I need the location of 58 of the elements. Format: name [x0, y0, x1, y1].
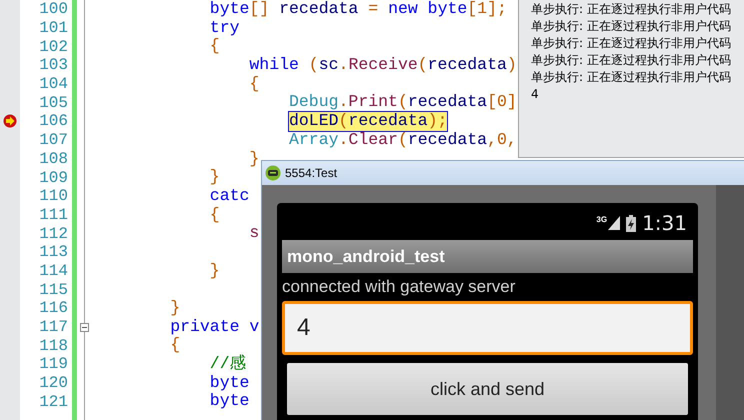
code-line: byte[] recedata = new byte[1]; — [210, 0, 507, 19]
line-number: 118 — [38, 336, 68, 357]
status-clock: 1:31 — [642, 213, 687, 233]
line-number: 102 — [38, 36, 68, 58]
code-line: } — [210, 262, 220, 280]
line-number: 116 — [38, 298, 68, 320]
line-number: 117 — [38, 317, 68, 338]
output-line: 4 — [531, 86, 540, 103]
input-field[interactable]: 4 — [282, 301, 693, 355]
line-number: 108 — [38, 148, 68, 170]
send-button[interactable]: click and send — [287, 363, 688, 415]
line-number: 107 — [38, 130, 68, 152]
line-number: 114 — [38, 260, 68, 282]
code-line: { — [170, 336, 180, 356]
app-title: mono_android_test — [287, 246, 445, 268]
line-number: 100 — [38, 0, 68, 20]
line-number: 111 — [38, 204, 68, 226]
code-line: Debug.Print(recedata[0] — [289, 93, 517, 112]
line-number: 103 — [38, 55, 68, 76]
android-icon — [265, 165, 281, 181]
code-line: try — [210, 18, 240, 38]
code-line: while (sc.Receive(recedata) — [249, 56, 517, 75]
code-line: catc — [210, 186, 250, 206]
line-number: 110 — [38, 186, 68, 208]
code-line: } — [210, 168, 220, 187]
collapse-toggle[interactable] — [80, 322, 89, 332]
code-line: Array.Clear(recedata,0, — [289, 130, 517, 150]
line-number: 121 — [38, 392, 68, 413]
output-line: 单步执行: 正在逐过程执行非用户代码 — [531, 69, 732, 86]
code-line: private v — [170, 318, 260, 336]
line-number: 106 — [38, 111, 68, 132]
line-number: 101 — [38, 18, 68, 40]
code-line: byte — [210, 374, 250, 392]
code-line: } — [249, 150, 260, 168]
code-line: { — [249, 74, 260, 94]
code-line: { — [210, 206, 220, 224]
code-line: s — [249, 224, 260, 243]
line-number: 104 — [38, 74, 68, 96]
line-number: 113 — [38, 242, 68, 264]
network-label: 3G — [596, 216, 608, 224]
code-line: //感 — [210, 355, 247, 374]
status-text: connected with gateway server — [282, 276, 516, 298]
signal-icon — [608, 216, 620, 230]
line-number: 115 — [38, 280, 68, 301]
output-line: 单步执行: 正在逐过程执行非用户代码 — [531, 52, 732, 69]
line-number: 109 — [38, 168, 68, 189]
line-number: 119 — [38, 354, 68, 376]
battery-icon — [626, 214, 636, 232]
code-line: } — [170, 299, 180, 318]
window-title: 5554:Test — [285, 165, 338, 182]
line-number: 112 — [38, 224, 68, 245]
line-number: 120 — [38, 373, 68, 394]
output-line: 单步执行: 正在逐过程执行非用户代码 — [531, 1, 732, 18]
output-line: 单步执行: 正在逐过程执行非用户代码 — [531, 35, 732, 52]
output-line: 单步执行: 正在逐过程执行非用户代码 — [531, 18, 732, 35]
code-line: byte — [210, 392, 250, 412]
line-number: 105 — [38, 92, 68, 114]
code-line: { — [210, 37, 220, 56]
